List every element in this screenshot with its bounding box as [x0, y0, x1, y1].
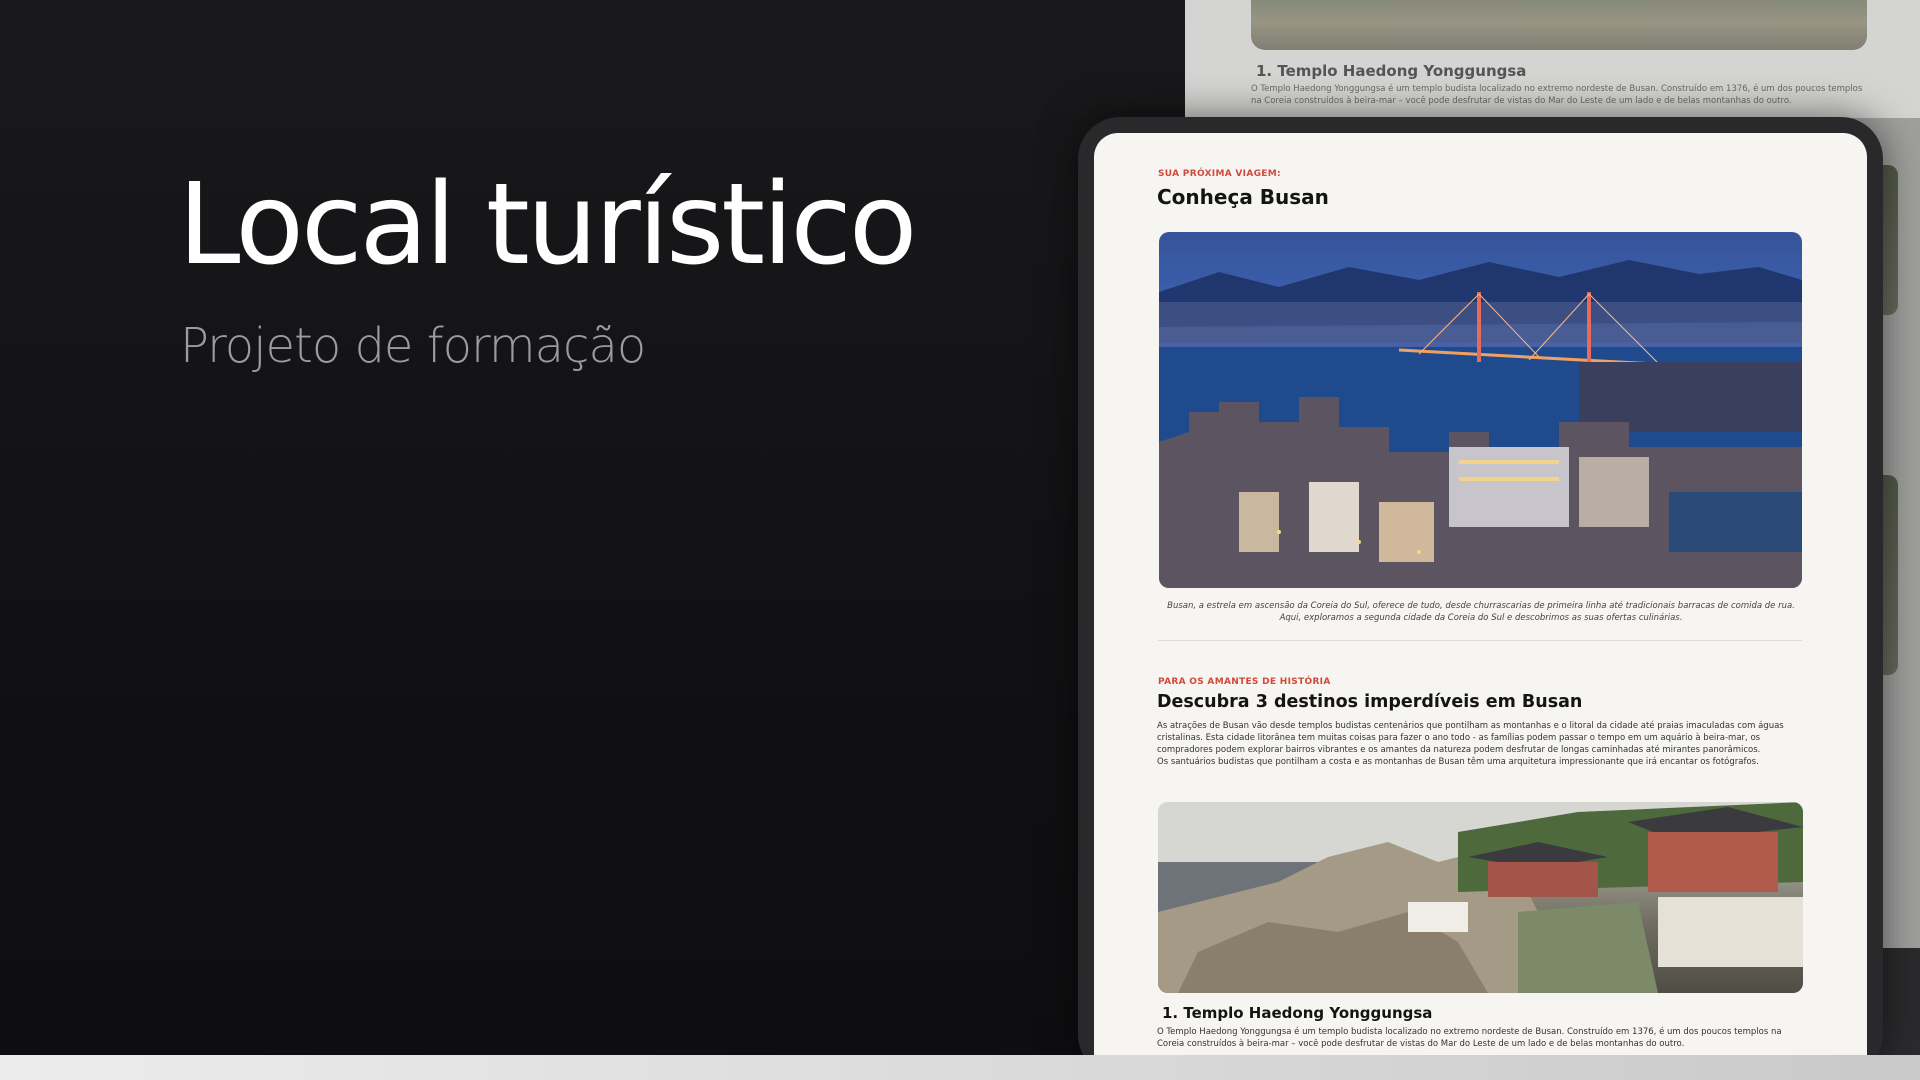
background-text: O Templo Haedong Yonggungsa é um templo …: [1251, 84, 1863, 106]
busan-harbor-image: [1159, 232, 1802, 588]
item-text: O Templo Haedong Yonggungsa é um templo …: [1157, 1027, 1782, 1049]
kicker-next-trip: SUA PRÓXIMA VIAGEM:: [1158, 169, 1281, 179]
article-title: Conheça Busan: [1157, 185, 1329, 209]
background-temple-image: [1251, 0, 1867, 50]
kicker-history: PARA OS AMANTES DE HISTÓRIA: [1158, 677, 1331, 687]
hero-subtitle: Projeto de formação: [180, 318, 646, 374]
paragraph-2: Os santuários budistas que pontilham a c…: [1157, 757, 1759, 767]
hero-title: Local turístico: [178, 160, 917, 290]
background-heading: 1. Templo Haedong Yonggungsa: [1256, 62, 1527, 80]
item-title: 1. Templo Haedong Yonggungsa: [1162, 1004, 1433, 1022]
hero-panel: [0, 0, 1185, 1055]
bottom-bar: [0, 1055, 1920, 1080]
image-caption: Busan, a estrela em ascensão da Coreia d…: [1167, 601, 1795, 623]
temple-image: [1158, 802, 1803, 993]
section-title: Descubra 3 destinos imperdíveis em Busan: [1157, 692, 1583, 712]
tablet-screen[interactable]: SUA PRÓXIMA VIAGEM: Conheça Busan Busan,…: [1094, 133, 1867, 1055]
divider: [1158, 640, 1802, 641]
paragraph-1: As atrações de Busan vão desde templos b…: [1157, 721, 1784, 755]
section-paragraph: As atrações de Busan vão desde templos b…: [1157, 720, 1807, 768]
